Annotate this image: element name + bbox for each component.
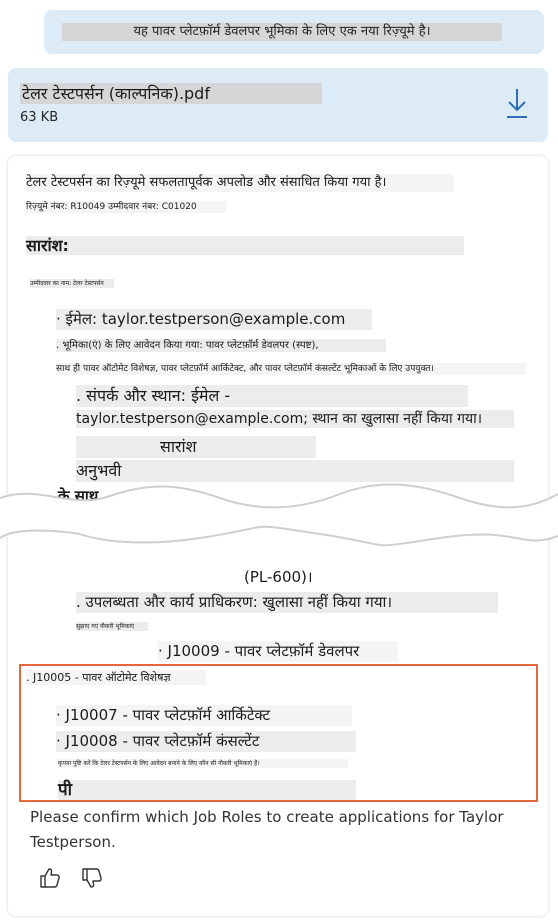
matching-jobs-note: सुझाए गए नौकरी भूमिकाएं: [76, 622, 148, 631]
upload-status-text: टेलर टेस्टपर्सन का रिज़्यूमे सफलतापूर्वक…: [26, 174, 454, 192]
candidate-name-note: उम्मीदवार का नाम: टेलर टेस्टपर्सन: [30, 279, 114, 288]
suitable-roles-line: साथ ही पावर ऑटोमेट विशेषज्ञ, पावर प्लेटफ…: [56, 363, 526, 375]
contact-line-1: . संपर्क और स्थान: ईमेल -: [76, 385, 468, 407]
attachment-card[interactable]: टेलर टेस्टपर्सन (काल्पनिक).pdf 63 KB: [8, 68, 548, 142]
summary-subheading: सारांश: [76, 436, 316, 458]
user-message-bubble: यह पावर प्लेटफ़ॉर्म डेवलपर भूमिका के लिए…: [44, 10, 544, 54]
email-line: · ईमेल: taylor.testperson@example.com: [56, 309, 372, 330]
confirm-roles-message: Please confirm which Job Roles to create…: [30, 808, 504, 851]
availability-line: . उपलब्धता और कार्य प्राधिकरण: खुलासा नह…: [76, 592, 498, 613]
confirm-roles-note-hindi: कृपया पुष्टि करें कि टेलर टेस्टपर्सन के …: [58, 759, 348, 768]
contact-line-2: taylor.testperson@example.com; स्थान का …: [76, 410, 514, 428]
job-role-j10009: · J10009 - पावर प्लेटफ़ॉर्म डेवलपर: [158, 641, 398, 662]
experienced-text: अनुभवी: [76, 460, 514, 482]
applied-roles-line: . भूमिका(एं) के लिए आवेदन किया गया: पावर…: [56, 339, 386, 352]
job-role-j10008: · J10008 - पावर प्लेटफ़ॉर्म कंसल्टेंट: [56, 731, 356, 752]
job-role-j10007: · J10007 - पावर प्लेटफ़ॉर्म आर्किटेक्ट: [56, 705, 352, 726]
job-role-j10005: . J10005 - पावर ऑटोमेट विशेषज्ञ: [26, 670, 206, 685]
attachment-file-size: 63 KB: [20, 110, 59, 125]
thumbs-down-icon[interactable]: [80, 866, 104, 890]
attachment-file-name: टेलर टेस्टपर्सन (काल्पनिक).pdf: [20, 83, 322, 104]
summary-heading: सारांश:: [26, 236, 464, 255]
torn-edge-divider: [0, 483, 558, 549]
thumbs-up-icon[interactable]: [38, 866, 62, 890]
certification-fragment: (PL-600)।: [244, 567, 324, 588]
pi-fragment: पी: [58, 780, 356, 801]
download-icon[interactable]: [504, 86, 530, 120]
user-message-text: यह पावर प्लेटफ़ॉर्म डेवलपर भूमिका के लिए…: [62, 23, 502, 41]
resume-ids-text: रिज़्यूमे नंबर: R10049 उम्मीदवार नंबर: C…: [26, 201, 226, 213]
